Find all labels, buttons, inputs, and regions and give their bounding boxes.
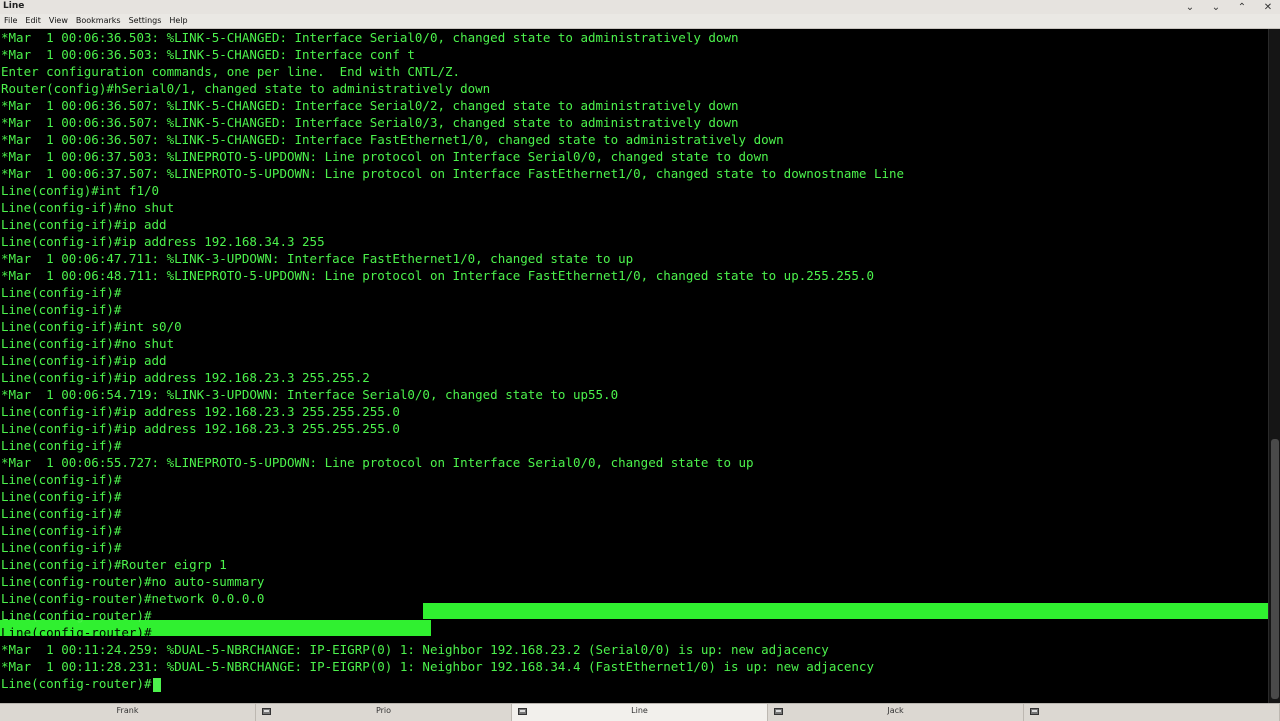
menu-help[interactable]: Help [165, 14, 191, 28]
session-tab-bar: Frank Prio Line Jack [0, 703, 1280, 721]
title-bar: Line ⌄ ⌄ ⌃ ✕ [0, 0, 1280, 15]
terminal-line: Line(config-if)# [1, 302, 122, 317]
terminal-line: Line(config-if)#no shut [1, 336, 175, 351]
minimize-icon[interactable]: ⌄ [1210, 2, 1222, 13]
session-tab-label: Jack [887, 706, 904, 715]
menu-view[interactable]: View [45, 14, 72, 28]
terminal-line: Line(config-if)#Router eigrp 1 [1, 557, 227, 572]
terminal-line-selected: Line(config-router)# [1, 625, 152, 640]
terminal-line: Line(config-if)#ip address 192.168.23.3 … [1, 370, 370, 385]
terminal-line: *Mar 1 00:06:55.727: %LINEPROTO-5-UPDOWN… [1, 455, 754, 470]
terminal-line: Line(config-router)# [1, 608, 152, 623]
terminal-output[interactable]: *Mar 1 00:06:36.503: %LINK-5-CHANGED: In… [0, 29, 1268, 703]
terminal-line: Line(config-router)#no auto-summary [1, 574, 265, 589]
session-tab-label: Line [631, 706, 648, 715]
terminal-line: *Mar 1 00:06:36.503: %LINK-5-CHANGED: In… [1, 47, 415, 62]
terminal-line: *Mar 1 00:06:37.507: %LINEPROTO-5-UPDOWN… [1, 166, 905, 181]
terminal-line: Line(config-if)# [1, 285, 122, 300]
menu-file[interactable]: File [0, 14, 21, 28]
terminal-line: Line(config-if)# [1, 438, 122, 453]
terminal-prompt: Line(config-router)# [1, 676, 152, 691]
session-tab-prio[interactable]: Prio [256, 704, 512, 721]
vertical-scrollbar[interactable] [1268, 29, 1280, 703]
terminal-line: Router(config)#hSerial0/1, changed state… [1, 81, 491, 96]
terminal-line: Line(config-if)#int s0/0 [1, 319, 182, 334]
maximize-icon[interactable]: ⌃ [1236, 2, 1248, 13]
menu-edit[interactable]: Edit [21, 14, 45, 28]
session-tab-jack[interactable]: Jack [768, 704, 1024, 721]
terminal-line: Line(config-if)#ip add [1, 353, 167, 368]
session-tab-label: Frank [116, 706, 139, 715]
terminal-line: *Mar 1 00:06:54.719: %LINK-3-UPDOWN: Int… [1, 387, 619, 402]
menu-settings[interactable]: Settings [125, 14, 166, 28]
terminal-line: *Mar 1 00:06:36.507: %LINK-5-CHANGED: In… [1, 115, 739, 130]
terminal-line: *Mar 1 00:06:48.711: %LINEPROTO-5-UPDOWN… [1, 268, 874, 283]
terminal-line: Line(config-if)# [1, 540, 122, 555]
terminal-line: Line(config-if)#ip address 192.168.34.3 … [1, 234, 325, 249]
terminal-line: *Mar 1 00:06:37.503: %LINEPROTO-5-UPDOWN… [1, 149, 769, 164]
terminal-line: *Mar 1 00:11:24.259: %DUAL-5-NBRCHANGE: … [1, 642, 829, 657]
session-tab-empty [1024, 704, 1280, 721]
menu-bar: File Edit View Bookmarks Settings Help [0, 14, 1280, 29]
terminal-line: Enter configuration commands, one per li… [1, 64, 461, 79]
close-icon[interactable]: ✕ [1262, 2, 1274, 13]
terminal-line: Line(config-if)#ip address 192.168.23.3 … [1, 421, 400, 436]
scrollbar-thumb[interactable] [1271, 439, 1279, 699]
session-tab-line[interactable]: Line [512, 704, 768, 721]
session-tab-frank[interactable]: Frank [0, 704, 256, 721]
window-controls: ⌄ ⌄ ⌃ ✕ [1184, 0, 1274, 14]
window-title: Line [3, 1, 25, 11]
terminal-line: Line(config-router)#network 0.0.0.0 [1, 591, 265, 606]
terminal-line: *Mar 1 00:06:36.507: %LINK-5-CHANGED: In… [1, 132, 784, 147]
terminal-line: Line(config-if)#no shut [1, 200, 175, 215]
terminal-line: *Mar 1 00:06:36.503: %LINK-5-CHANGED: In… [1, 30, 739, 45]
terminal-line: Line(config)#int f1/0 [1, 183, 160, 198]
terminal-line: Line(config-if)#ip add [1, 217, 167, 232]
menu-bookmarks[interactable]: Bookmarks [72, 14, 125, 28]
terminal-line: *Mar 1 00:06:36.507: %LINK-5-CHANGED: In… [1, 98, 739, 113]
terminal-prompt-line[interactable]: Line(config-router)# [1, 675, 161, 692]
menu-arrow-icon[interactable]: ⌄ [1184, 2, 1196, 13]
terminal-line: Line(config-if)#ip address 192.168.23.3 … [1, 404, 400, 419]
session-tab-label: Prio [375, 706, 392, 715]
terminal-line: Line(config-if)# [1, 489, 122, 504]
terminal-line: *Mar 1 00:11:28.231: %DUAL-5-NBRCHANGE: … [1, 659, 874, 674]
text-cursor [152, 677, 161, 692]
terminal-line: *Mar 1 00:06:47.711: %LINK-3-UPDOWN: Int… [1, 251, 634, 266]
selection-highlight [423, 603, 1268, 619]
terminal-line: Line(config-if)# [1, 506, 122, 521]
terminal-icon [1030, 708, 1039, 715]
terminal-line: Line(config-if)# [1, 472, 122, 487]
terminal-line: Line(config-if)# [1, 523, 122, 538]
